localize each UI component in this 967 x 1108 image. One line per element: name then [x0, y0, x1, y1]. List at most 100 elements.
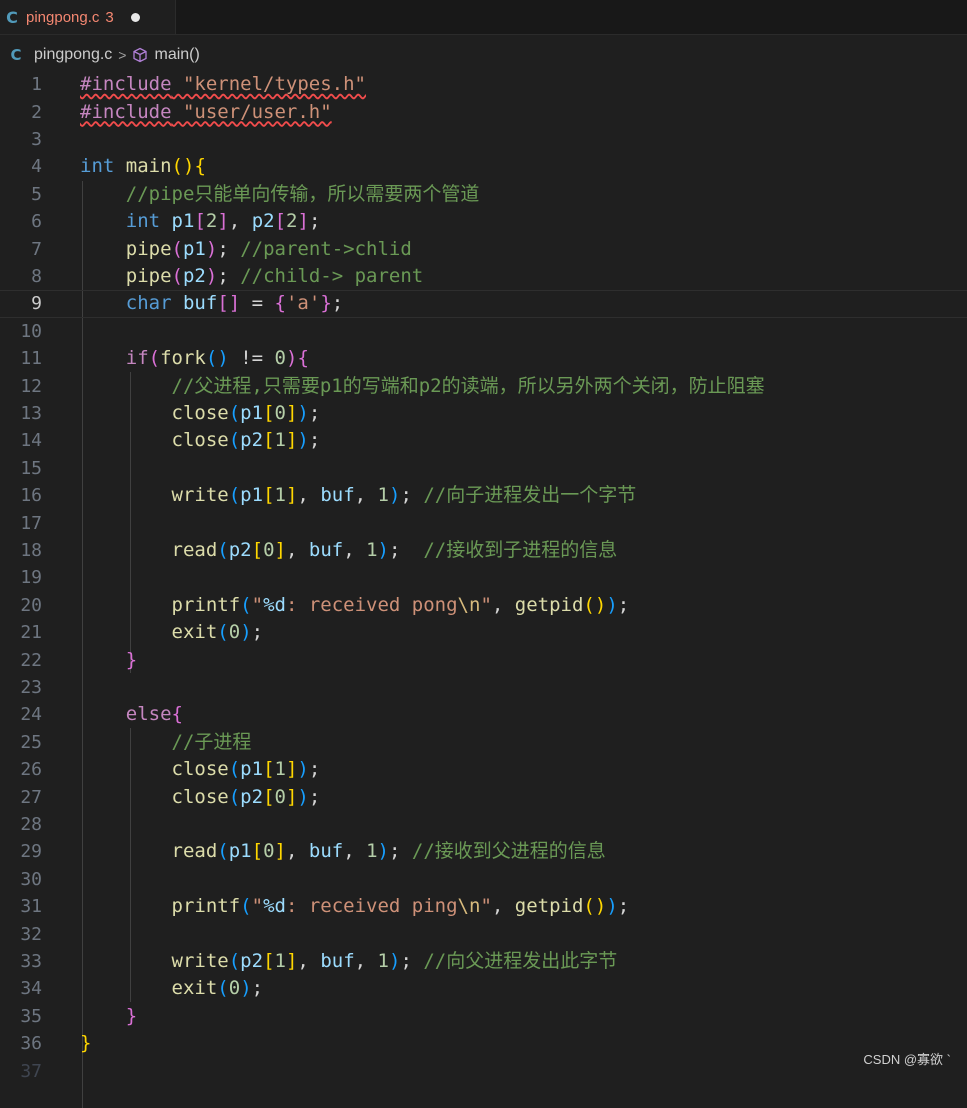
- code-line[interactable]: 37: [0, 1057, 967, 1084]
- code-line[interactable]: 12 //父进程,只需要p1的写端和p2的读端，所以另外两个关闭，防止阻塞: [0, 372, 967, 399]
- line-content: #include "user/user.h": [80, 100, 332, 123]
- code-line[interactable]: 13 close(p1[0]);: [0, 400, 967, 427]
- line-content: pipe(p1); //parent->chlid: [125, 237, 412, 260]
- line-number: 5: [31, 183, 42, 205]
- line-content: }: [125, 648, 138, 671]
- line-number: 23: [20, 676, 42, 698]
- line-number: 35: [20, 1005, 42, 1027]
- code-line[interactable]: 21 exit(0);: [0, 619, 967, 646]
- code-line[interactable]: 35 }: [0, 1003, 967, 1030]
- tab-pingpong-c[interactable]: C pingpong.c 3: [0, 0, 176, 34]
- line-number: 11: [20, 348, 42, 370]
- line-number: 32: [20, 923, 42, 945]
- line-content: close(p1[0]);: [171, 401, 321, 424]
- code-line[interactable]: 5 //pipe只能单向传输，所以需要两个管道: [0, 181, 967, 208]
- line-content: char buf[] = {'a'};: [125, 292, 344, 315]
- line-number: 31: [20, 896, 42, 918]
- code-line[interactable]: 14 close(p2[1]);: [0, 427, 967, 454]
- breadcrumb-file[interactable]: pingpong.c: [34, 46, 112, 64]
- code-line[interactable]: 29 read(p1[0], buf, 1); //接收到父进程的信息: [0, 838, 967, 865]
- code-line[interactable]: 30: [0, 866, 967, 893]
- line-number: 18: [20, 539, 42, 561]
- line-number: 15: [20, 457, 42, 479]
- tab-filename: pingpong.c: [26, 8, 100, 26]
- line-content: }: [80, 1032, 92, 1055]
- code-line[interactable]: 25 //子进程: [0, 729, 967, 756]
- code-line[interactable]: 3: [0, 126, 967, 153]
- line-number: 9: [31, 293, 42, 315]
- line-content: int p1[2], p2[2];: [125, 210, 321, 233]
- code-line[interactable]: 18 read(p2[0], buf, 1); //接收到子进程的信息: [0, 537, 967, 564]
- line-content: read(p2[0], buf, 1); //接收到子进程的信息: [171, 538, 618, 561]
- line-number: 24: [20, 704, 42, 726]
- line-number: 3: [31, 128, 42, 150]
- code-editor[interactable]: 1 #include "kernel/types.h" 2 #include "…: [0, 71, 967, 1108]
- line-content: int main(){: [80, 155, 206, 178]
- line-number: 22: [20, 649, 42, 671]
- line-number: 36: [20, 1033, 42, 1055]
- line-number: 8: [31, 265, 42, 287]
- c-file-icon: C: [10, 46, 22, 64]
- line-content: write(p1[1], buf, 1); //向子进程发出一个字节: [171, 484, 637, 507]
- code-line[interactable]: 2 #include "user/user.h": [0, 98, 967, 125]
- code-line[interactable]: 16 write(p1[1], buf, 1); //向子进程发出一个字节: [0, 482, 967, 509]
- code-line[interactable]: 34 exit(0);: [0, 975, 967, 1002]
- code-line[interactable]: 11 if(fork() != 0){: [0, 345, 967, 372]
- line-number: 33: [20, 950, 42, 972]
- line-number: 26: [20, 759, 42, 781]
- code-line[interactable]: 31 printf("%d: received ping\n", getpid(…: [0, 893, 967, 920]
- code-line[interactable]: 4 int main(){: [0, 153, 967, 180]
- line-number: 21: [20, 622, 42, 644]
- line-content: printf("%d: received pong\n", getpid());: [171, 593, 630, 616]
- line-number: 20: [20, 594, 42, 616]
- code-line[interactable]: 19: [0, 564, 967, 591]
- code-line[interactable]: 32: [0, 920, 967, 947]
- line-content: write(p2[1], buf, 1); //向父进程发出此字节: [171, 949, 618, 972]
- line-number: 28: [20, 813, 42, 835]
- line-content: printf("%d: received ping\n", getpid());: [171, 895, 630, 918]
- line-number: 29: [20, 841, 42, 863]
- code-line[interactable]: 1 #include "kernel/types.h": [0, 71, 967, 98]
- code-line[interactable]: 8 pipe(p2); //child-> parent: [0, 263, 967, 290]
- line-content: close(p2[1]);: [171, 429, 321, 452]
- line-number: 14: [20, 430, 42, 452]
- code-line[interactable]: 36 }: [0, 1030, 967, 1057]
- line-content: close(p2[0]);: [171, 785, 321, 808]
- csdn-watermark: CSDN @寡欲 `: [863, 1052, 951, 1067]
- code-line[interactable]: 20 printf("%d: received pong\n", getpid(…: [0, 592, 967, 619]
- c-file-icon: C: [6, 7, 18, 27]
- line-number: 16: [20, 485, 42, 507]
- line-content: if(fork() != 0){: [125, 347, 309, 370]
- breadcrumb: C pingpong.c > main(): [0, 40, 967, 70]
- code-line[interactable]: 15: [0, 455, 967, 482]
- code-line[interactable]: 17: [0, 509, 967, 536]
- line-content: exit(0);: [171, 977, 264, 1000]
- code-line[interactable]: 28: [0, 811, 967, 838]
- code-line[interactable]: 7 pipe(p1); //parent->chlid: [0, 235, 967, 262]
- line-number: 13: [20, 402, 42, 424]
- code-line[interactable]: 27 close(p2[0]);: [0, 783, 967, 810]
- unsaved-dot-icon[interactable]: [130, 12, 140, 22]
- line-number: 34: [20, 978, 42, 1000]
- line-content: //父进程,只需要p1的写端和p2的读端，所以另外两个关闭，防止阻塞: [80, 374, 765, 397]
- code-line[interactable]: 23: [0, 674, 967, 701]
- code-line[interactable]: 10: [0, 318, 967, 345]
- code-line[interactable]: 22 }: [0, 646, 967, 673]
- chevron-right-icon: >: [118, 47, 127, 63]
- line-number: 17: [20, 512, 42, 534]
- code-line[interactable]: 26 close(p1[1]);: [0, 756, 967, 783]
- line-content: exit(0);: [171, 621, 264, 644]
- line-number: 1: [31, 74, 42, 96]
- code-line-current[interactable]: 9 char buf[] = {'a'};: [0, 290, 967, 318]
- code-line[interactable]: 6 int p1[2], p2[2];: [0, 208, 967, 235]
- code-line[interactable]: 33 write(p2[1], buf, 1); //向父进程发出此字节: [0, 948, 967, 975]
- breadcrumb-symbol[interactable]: main(): [154, 46, 199, 64]
- line-number: 10: [20, 320, 42, 342]
- line-number: 4: [31, 156, 42, 178]
- problem-count-badge: 3: [105, 8, 114, 26]
- line-number: 12: [20, 375, 42, 397]
- line-content: close(p1[1]);: [171, 758, 321, 781]
- line-content: //pipe只能单向传输，所以需要两个管道: [80, 182, 480, 205]
- code-line[interactable]: 24 else{: [0, 701, 967, 728]
- line-number: 37: [20, 1060, 42, 1082]
